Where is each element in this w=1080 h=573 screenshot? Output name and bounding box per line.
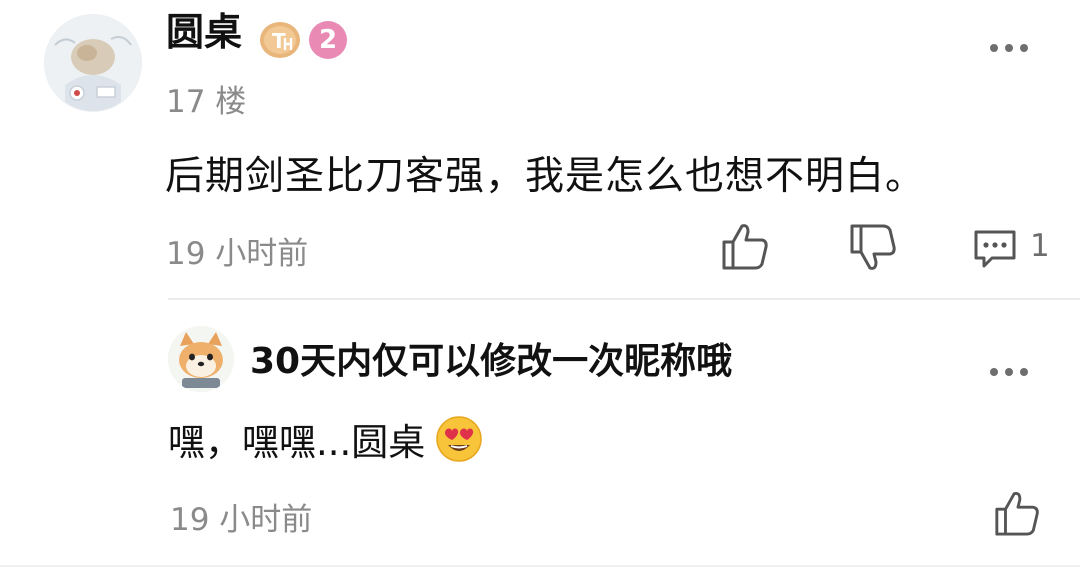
comment-icon[interactable] (972, 228, 1018, 270)
user-avatar[interactable] (44, 14, 142, 112)
thumbs-up-icon[interactable] (720, 220, 770, 272)
floor-number: 17 楼 (166, 84, 247, 120)
avatar-image (168, 326, 234, 392)
thumbs-up-icon[interactable] (993, 488, 1041, 538)
more-dots-icon[interactable] (988, 37, 1030, 59)
shiba-avatar[interactable] (168, 326, 234, 392)
bottom-divider (0, 565, 1080, 567)
reply-content-row: 嘿，嘿嘿...圆桌 (168, 412, 483, 466)
reply-count: 1 (1030, 228, 1050, 264)
avatar-image (45, 15, 141, 111)
more-dots-icon[interactable] (988, 362, 1030, 382)
level-badge: 2 (309, 21, 347, 59)
comment-time: 19 小时前 (166, 236, 309, 272)
heart-eyes-emoji (435, 415, 483, 463)
reply-username[interactable]: 30天内仅可以修改一次昵称哦 (250, 332, 732, 384)
thumbs-down-icon[interactable] (848, 222, 898, 274)
divider (168, 298, 1080, 300)
username[interactable]: 圆桌 (166, 11, 242, 54)
reply-content: 嘿，嘿嘿...圆桌 (168, 421, 426, 464)
comment-content: 后期剑圣比刀客强，我是怎么也想不明白。 (165, 154, 926, 199)
th-badge-icon: T (258, 20, 302, 60)
reply-time: 19 小时前 (170, 502, 313, 538)
